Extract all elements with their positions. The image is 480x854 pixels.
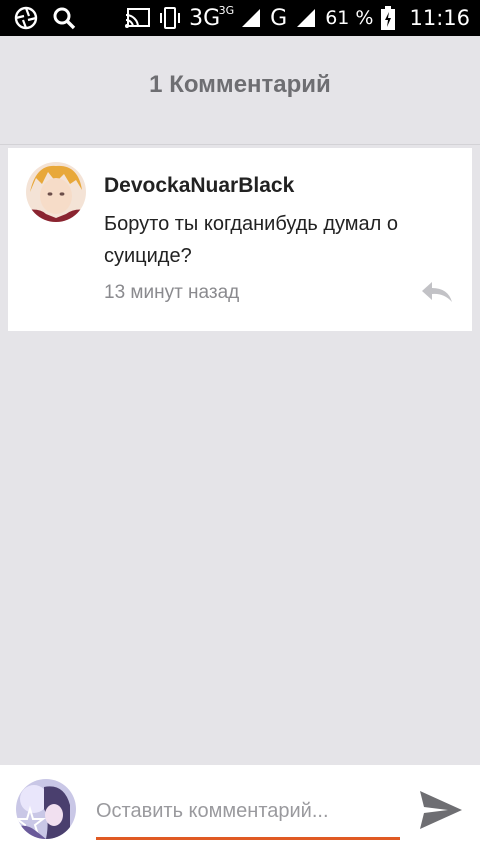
comment-author[interactable]: DevockaNuarBlack <box>104 174 294 198</box>
clock: 11:16 <box>409 6 470 30</box>
header: 1 Комментарий <box>0 36 480 145</box>
comment-card: DevockaNuarBlack Боруто ты когданибудь д… <box>8 148 472 331</box>
reply-icon[interactable] <box>420 280 454 309</box>
status-bar: 3G 3G G 61 % 11:16 <box>0 0 480 36</box>
battery-percent: 61 % <box>325 7 374 29</box>
comment-composer <box>0 765 480 854</box>
signal-icon <box>240 7 262 29</box>
vibrate-icon <box>159 6 181 30</box>
comment-timestamp: 13 минут назад <box>104 282 240 303</box>
aperture-icon <box>14 6 38 30</box>
page-title: 1 Комментарий <box>149 71 331 98</box>
send-icon <box>420 791 462 829</box>
comment-input[interactable] <box>96 793 396 829</box>
network-sup: 3G <box>218 3 235 17</box>
input-underline <box>96 837 400 840</box>
network-type: 3G 3G <box>189 3 235 31</box>
network-g: G <box>270 5 288 31</box>
send-button[interactable] <box>418 789 464 831</box>
cast-icon <box>125 7 151 29</box>
comment-text: Боруто ты когданибудь думал о суициде? <box>104 213 399 267</box>
search-icon <box>52 6 76 30</box>
signal-icon <box>295 7 317 29</box>
battery-icon <box>381 6 396 30</box>
avatar[interactable] <box>26 162 86 222</box>
my-avatar[interactable] <box>16 779 76 839</box>
